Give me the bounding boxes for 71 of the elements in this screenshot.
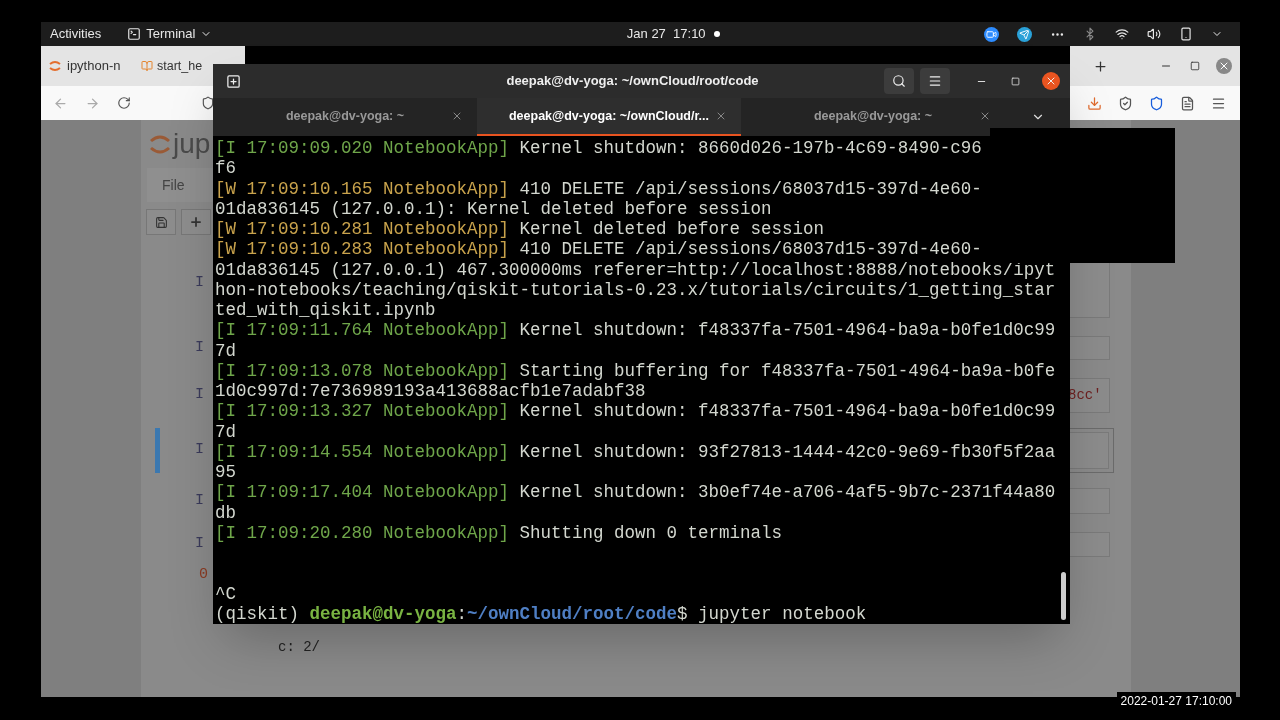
reader-icon[interactable] bbox=[1180, 95, 1195, 111]
reload-icon[interactable] bbox=[117, 96, 131, 110]
log-line: [I 17:09:14.554 NotebookApp] Kernel shutdown: 93f27813-1444-42c0-9e69-fb30f5f2aa bbox=[215, 441, 1057, 462]
terminal-tab[interactable]: deepak@dv-yoga: ~ bbox=[741, 98, 1005, 136]
activities-button[interactable]: Activities bbox=[50, 24, 102, 44]
log-line: 95 bbox=[215, 462, 237, 483]
save-icon bbox=[154, 215, 168, 229]
download-icon[interactable] bbox=[1087, 95, 1102, 111]
terminal-icon bbox=[127, 27, 142, 41]
close-tab-icon[interactable] bbox=[451, 110, 463, 122]
menu-button[interactable] bbox=[920, 68, 950, 94]
wifi-icon[interactable] bbox=[1115, 27, 1129, 41]
log-line: 7d bbox=[215, 340, 237, 361]
log-line: [I 17:09:13.327 NotebookApp] Kernel shutdown: f48337fa-7501-4964-ba9a-b0fe1d0c99 bbox=[215, 401, 1057, 422]
cell-prompt: I bbox=[195, 440, 204, 461]
log-line: [I 17:09:11.764 NotebookApp] Kernel shutdown: f48337fa-7501-4964-ba9a-b0fe1d0c99 bbox=[215, 320, 1057, 341]
menu-icon[interactable] bbox=[1211, 95, 1226, 111]
browser-tab[interactable]: ipython-n bbox=[41, 56, 137, 76]
close-icon[interactable] bbox=[1042, 72, 1060, 90]
cell-prompt: I bbox=[195, 490, 204, 511]
output-text: c: 2/ bbox=[278, 637, 320, 657]
shield-icon[interactable] bbox=[201, 96, 215, 110]
new-tab-icon[interactable] bbox=[1093, 58, 1108, 74]
log-line: ^C bbox=[215, 583, 237, 604]
clock[interactable]: Jan 27 17:10 bbox=[626, 24, 706, 44]
save-button[interactable] bbox=[146, 209, 176, 235]
volume-icon[interactable] bbox=[1147, 27, 1161, 41]
log-line: [I 17:09:20.280 NotebookApp] Shutting down 0 terminals bbox=[215, 522, 784, 543]
book-icon bbox=[141, 60, 153, 72]
app-menu[interactable]: Terminal bbox=[127, 24, 213, 44]
log-line: 01da836145 (127.0.0.1) 467.300000ms referer=http://localhost:8888/notebooks/ipyt bbox=[215, 259, 1057, 280]
close-tab-icon[interactable] bbox=[979, 110, 991, 122]
log-line: [I 17:09:17.404 NotebookApp] Kernel shutdown: 3b0ef74e-a706-4af5-9b7c-2371f44a80 bbox=[215, 482, 1057, 503]
paper-plane-icon[interactable] bbox=[1017, 26, 1032, 42]
phone-icon[interactable] bbox=[1179, 27, 1193, 41]
shell-prompt: (qiskit) deepak@dv-yoga:~/ownCloud/root/code$ jupyter notebook bbox=[215, 603, 868, 624]
add-cell-button[interactable] bbox=[181, 209, 211, 235]
cell-prompt: I bbox=[195, 272, 204, 293]
orbit-logo-icon bbox=[49, 60, 61, 72]
video-call-icon[interactable] bbox=[984, 26, 999, 42]
cell-prompt: I bbox=[195, 534, 204, 555]
log-line: [I 17:09:13.078 NotebookApp] Starting buffering for f48337fa-7501-4964-ba9a-b0fe bbox=[215, 360, 1057, 381]
log-line: f6 bbox=[215, 158, 237, 179]
log-line: db bbox=[215, 502, 237, 523]
cell-prompt: I bbox=[195, 385, 204, 406]
terminal-tab[interactable]: deepak@dv-yoga: ~ bbox=[213, 98, 477, 136]
scrollbar-thumb[interactable] bbox=[1061, 572, 1066, 620]
logo-text: jup bbox=[173, 127, 211, 161]
log-line: [W 17:09:10.281 NotebookApp] Kernel deleted before session bbox=[215, 219, 826, 240]
log-line: 7d bbox=[215, 421, 237, 442]
cell-prompt: I bbox=[195, 337, 204, 358]
log-line: 1d0c997d:7e736989193a413688acfb1e7adabf38 bbox=[215, 381, 647, 402]
terminal-tab[interactable]: deepak@dv-yoga: ~/ownCloud/r... bbox=[477, 98, 741, 136]
new-tab-icon[interactable] bbox=[226, 73, 241, 89]
search-button[interactable] bbox=[884, 68, 914, 94]
close-tab-icon[interactable] bbox=[715, 110, 727, 122]
shield-check-icon[interactable] bbox=[1118, 95, 1133, 111]
search-icon bbox=[892, 74, 906, 88]
maximize-icon[interactable] bbox=[1190, 61, 1200, 71]
log-line: [W 17:09:10.165 NotebookApp] 410 DELETE /api/sessions/68037d15-397d-4e60- bbox=[215, 178, 983, 199]
browser-tab[interactable]: start_he bbox=[137, 56, 207, 76]
log-line: [I 17:09:09.020 NotebookApp] Kernel shutdown: 8660d026-197b-4c69-8490-c96 bbox=[215, 138, 983, 159]
log-line: hon-notebooks/teaching/qiskit-tutorials-0.23.x/tutorials/circuits/1_getting_star bbox=[215, 279, 1057, 300]
output-prompt: 0 bbox=[199, 565, 208, 585]
log-line: ted_with_qiskit.ipynb bbox=[215, 300, 437, 321]
plus-icon bbox=[189, 215, 203, 229]
log-line: [W 17:09:10.283 NotebookApp] 410 DELETE /api/sessions/68037d15-397d-4e60- bbox=[215, 239, 983, 260]
menu-icon bbox=[928, 74, 942, 88]
window-title: deepak@dv-yoga: ~/ownCloud/root/code bbox=[505, 72, 760, 91]
cell-selection-bar[interactable] bbox=[155, 428, 160, 473]
log-line: 01da836145 (127.0.0.1): Kernel deleted before session bbox=[215, 198, 773, 219]
